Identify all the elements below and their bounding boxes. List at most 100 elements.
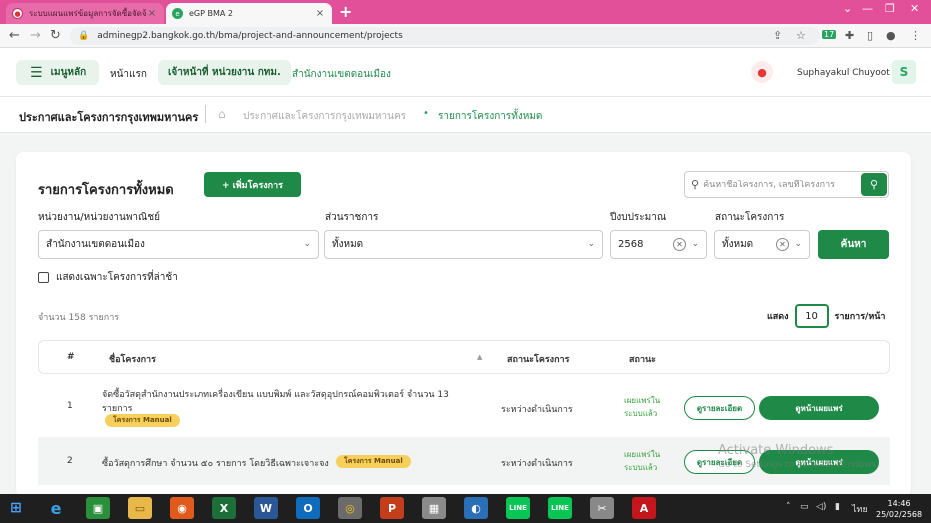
edge-icon[interactable]: ◐ bbox=[464, 497, 488, 519]
publish-status: เผยแพร่ใน ระบบแล้ว bbox=[624, 394, 660, 420]
profile-icon[interactable]: ● bbox=[886, 29, 896, 42]
browser-menu-icon[interactable]: ⋮ bbox=[910, 29, 921, 42]
user-name[interactable]: Suphayakul Chuyoot bbox=[797, 68, 890, 78]
status-select[interactable]: ทั้งหมด ✕ ⌄ bbox=[714, 230, 810, 259]
year-select[interactable]: 2568 ✕ ⌄ bbox=[610, 230, 707, 259]
chrome-icon[interactable]: ◎ bbox=[338, 497, 362, 519]
tab-search-icon[interactable]: ⌄ bbox=[843, 2, 852, 15]
home-icon[interactable]: ⌂ bbox=[218, 107, 226, 121]
late-only-checkbox[interactable]: แสดงเฉพาะโครงการที่ล่าช้า bbox=[38, 270, 178, 285]
restore-icon[interactable]: ❐ bbox=[885, 2, 895, 15]
close-tab-icon[interactable]: × bbox=[314, 8, 326, 19]
browser-tab-1[interactable]: ● ระบบแผนแพร่ข้อมูลการจัดซื้อจัดจ้างฯ × bbox=[6, 3, 164, 24]
extensions-puzzle-icon[interactable]: ✚ bbox=[845, 29, 854, 42]
row-number: 2 bbox=[67, 456, 73, 466]
add-project-button[interactable]: + เพิ่มโครงการ bbox=[204, 172, 301, 197]
sort-asc-icon[interactable]: ▲ bbox=[477, 353, 482, 361]
outlook-icon[interactable]: O bbox=[296, 497, 320, 519]
battery-icon[interactable]: ▮ bbox=[835, 502, 840, 512]
per-page-control: แสดง 10 รายการ/หน้า bbox=[767, 304, 885, 328]
nav-district-office[interactable]: สำนักงานเขตดอนเมือง bbox=[292, 67, 391, 82]
system-clock[interactable]: 14:46 25/02/2568 bbox=[876, 498, 922, 520]
tray-overflow-icon[interactable]: ˄ bbox=[786, 502, 791, 512]
excel-icon[interactable]: X bbox=[212, 497, 236, 519]
year-label: ปีงบประมาณ bbox=[610, 212, 667, 223]
close-tab-icon[interactable]: × bbox=[146, 8, 158, 19]
notification-bell-icon[interactable]: ● bbox=[751, 61, 773, 83]
clock-time: 14:46 bbox=[887, 499, 911, 508]
browser-tab-strip: ● ระบบแผนแพร่ข้อมูลการจัดซื้อจัดจ้างฯ × … bbox=[0, 0, 931, 24]
forward-icon[interactable]: → bbox=[30, 28, 41, 43]
agency-select[interactable]: สำนักงานเขตดอนเมือง ⌄ bbox=[38, 230, 319, 259]
division-label: ส่วนราชการ bbox=[325, 212, 379, 223]
find-button[interactable]: ค้นหา bbox=[818, 230, 889, 259]
row-number: 1 bbox=[67, 401, 73, 411]
agency-select-value: สำนักงานเขตดอนเมือง bbox=[46, 239, 145, 250]
close-window-icon[interactable]: ✕ bbox=[910, 2, 919, 15]
division-select[interactable]: ทั้งหมด ⌄ bbox=[324, 230, 603, 259]
nav-home[interactable]: หน้าแรก bbox=[110, 67, 147, 82]
url-field[interactable]: 🔒 adminegp2.bangkok.go.th/bma/project-an… bbox=[70, 27, 820, 45]
tab-title: eGP BMA 2 bbox=[189, 9, 233, 18]
url-text: adminegp2.bangkok.go.th/bma/project-and-… bbox=[97, 31, 403, 41]
col-number: # bbox=[67, 352, 75, 362]
line-icon-2[interactable]: LINE bbox=[548, 497, 572, 519]
calculator-icon[interactable]: ▦ bbox=[422, 497, 446, 519]
extension-badge[interactable]: 17 bbox=[822, 30, 837, 39]
bookmark-star-icon[interactable]: ☆ bbox=[796, 29, 806, 42]
language-indicator[interactable]: ไทย bbox=[852, 502, 868, 516]
browser-tab-2[interactable]: e eGP BMA 2 × bbox=[166, 3, 332, 24]
publish-status-l1: เผยแพร่ใน bbox=[624, 396, 661, 405]
breadcrumb-item-current: รายการโครงการทั้งหมด bbox=[438, 111, 543, 122]
line-icon[interactable]: LINE bbox=[506, 497, 530, 519]
breadcrumb-dot: • bbox=[423, 108, 429, 119]
minimize-icon[interactable]: — bbox=[862, 2, 873, 15]
volume-icon[interactable]: ◁) bbox=[816, 502, 826, 512]
snipping-tool-icon[interactable]: ✂ bbox=[590, 497, 614, 519]
col-project-name[interactable]: ชื่อโครงการ bbox=[109, 352, 156, 366]
per-page-input[interactable]: 10 bbox=[794, 304, 829, 328]
breadcrumb: ประกาศและโครงการกรุงเทพมหานคร ⌂ ประกาศแล… bbox=[0, 97, 931, 133]
chevron-down-icon: ⌄ bbox=[303, 239, 311, 249]
search-input[interactable] bbox=[703, 179, 856, 190]
page-title: ประกาศและโครงการกรุงเทพมหานคร bbox=[19, 111, 199, 124]
view-publish-page-button[interactable]: ดูหน้าเผยแพร่ bbox=[759, 396, 879, 420]
clear-icon[interactable]: ✕ bbox=[776, 238, 789, 251]
clock-date: 25/02/2568 bbox=[876, 510, 923, 519]
store-icon[interactable]: ▣ bbox=[86, 497, 110, 519]
search-button[interactable]: ⚲ bbox=[861, 173, 887, 196]
search-icon: ⚲ bbox=[691, 178, 700, 191]
lock-icon: 🔒 bbox=[78, 31, 90, 41]
hamburger-icon: ☰ bbox=[30, 64, 43, 81]
publish-status-l2: ระบบแล้ว bbox=[624, 463, 658, 472]
firefox-icon[interactable]: ◉ bbox=[170, 497, 194, 519]
status-select-value: ทั้งหมด bbox=[722, 239, 754, 250]
new-tab-icon[interactable]: + bbox=[339, 2, 352, 21]
late-only-label: แสดงเฉพาะโครงการที่ล่าช้า bbox=[56, 272, 178, 283]
view-detail-button[interactable]: ดูรายละเอียด bbox=[684, 396, 755, 420]
main-menu-button[interactable]: ☰ เมนูหลัก bbox=[16, 60, 99, 85]
word-icon[interactable]: W bbox=[254, 497, 278, 519]
per-page-unit-label: รายการ/หน้า bbox=[834, 312, 886, 322]
side-panel-icon[interactable]: ▯ bbox=[867, 29, 873, 42]
nav-bma-staff[interactable]: เจ้าหน้าที่ หน่วยงาน กทม. bbox=[158, 60, 291, 85]
result-count: จำนวน 158 รายการ bbox=[38, 313, 120, 323]
reload-icon[interactable]: ↻ bbox=[50, 28, 61, 43]
acrobat-icon[interactable]: A bbox=[632, 497, 656, 519]
clear-icon[interactable]: ✕ bbox=[673, 238, 686, 251]
table-row: 1 จัดซื้อวัสดุสำนักงานประเภทเครื่องเขียน… bbox=[38, 376, 890, 435]
breadcrumb-item-announcements[interactable]: ประกาศและโครงการกรุงเทพมหานคร bbox=[243, 109, 406, 124]
windows-start-icon[interactable]: ⊞ bbox=[4, 497, 28, 519]
ie-icon[interactable]: e bbox=[44, 497, 68, 519]
checkbox-box[interactable] bbox=[38, 272, 49, 283]
agency-label: หน่วยงาน/หน่วยงานพาณิชย์ bbox=[38, 212, 160, 223]
manual-badge-label: โครงการ Manual bbox=[336, 455, 411, 468]
back-icon[interactable]: ← bbox=[9, 28, 20, 43]
file-explorer-icon[interactable]: ▭ bbox=[128, 497, 152, 519]
chevron-down-icon: ⌄ bbox=[691, 239, 699, 249]
avatar[interactable]: S bbox=[892, 60, 916, 84]
share-icon[interactable]: ⇪ bbox=[773, 29, 782, 42]
network-icon[interactable]: ▭ bbox=[800, 502, 809, 512]
powerpoint-icon[interactable]: P bbox=[380, 497, 404, 519]
site-favicon-icon: ● bbox=[12, 8, 23, 19]
